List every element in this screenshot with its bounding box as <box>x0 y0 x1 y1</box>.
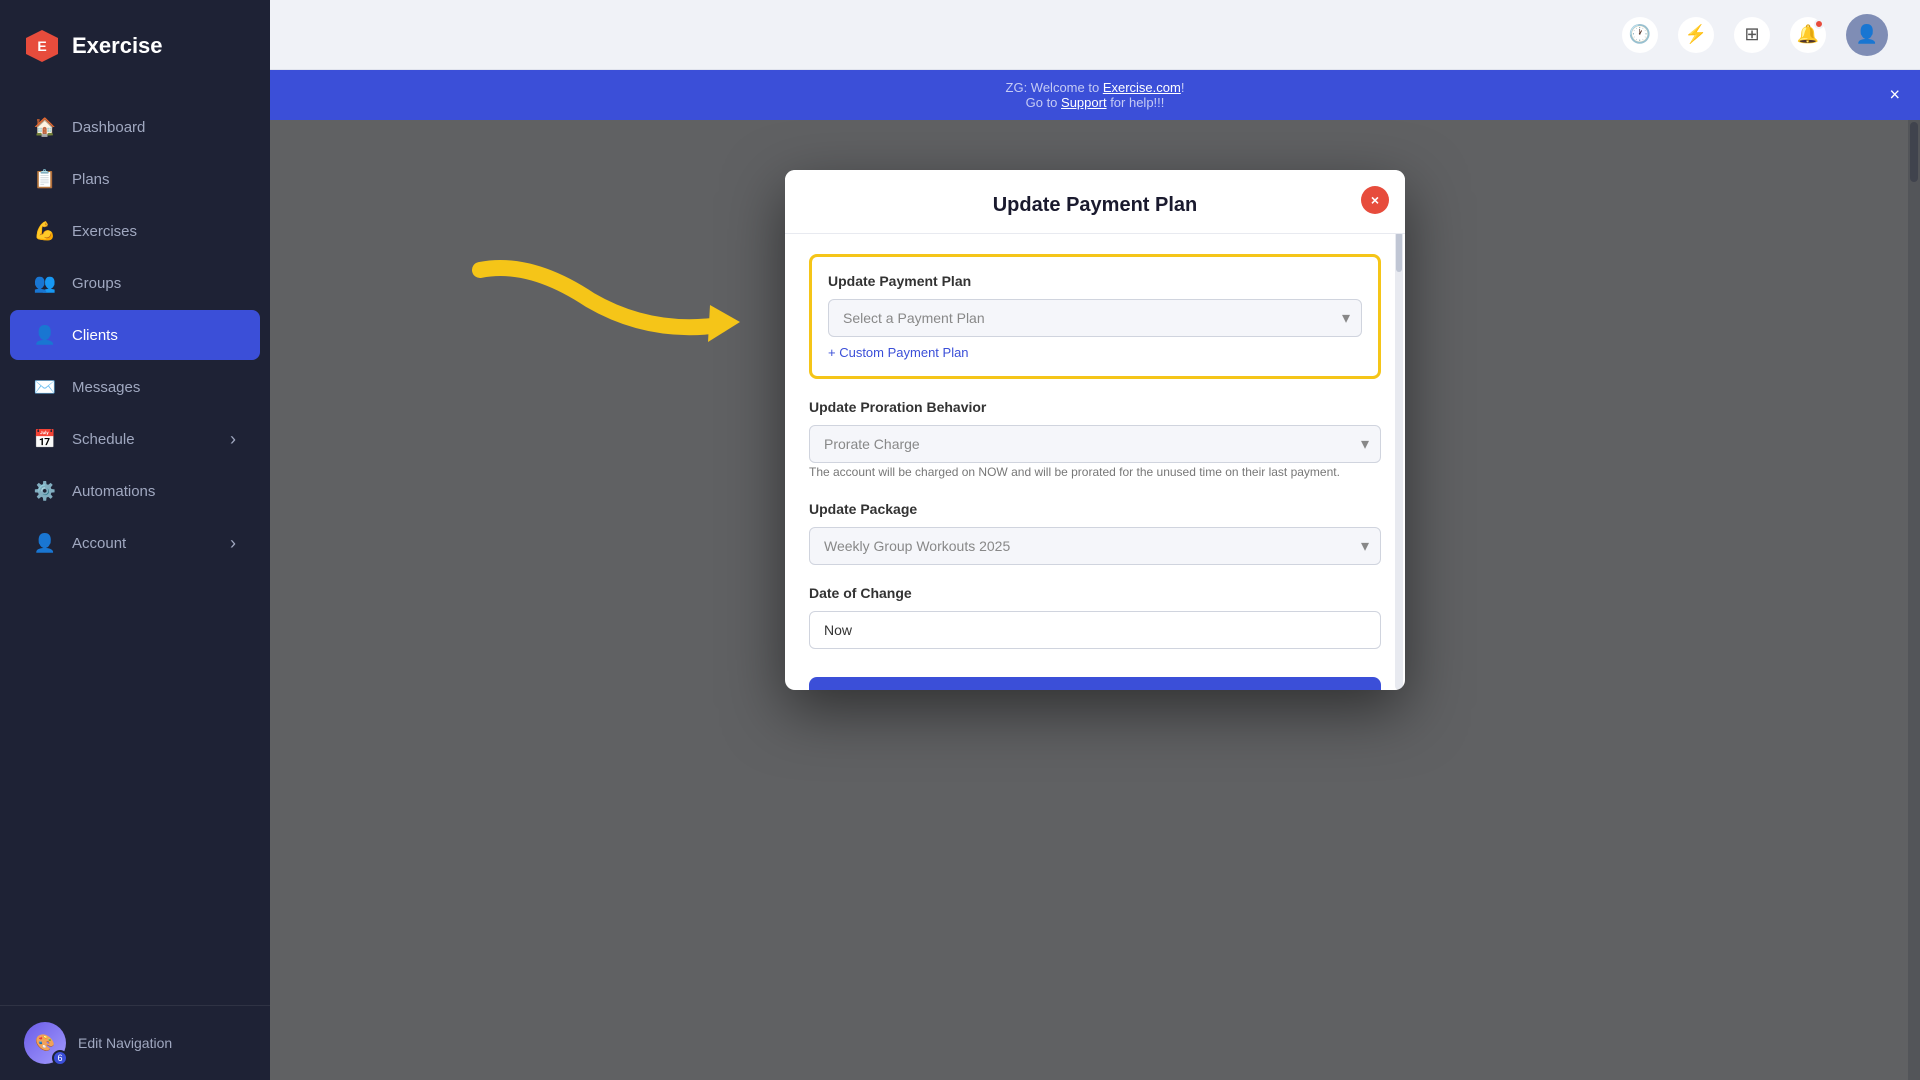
banner-line2-suffix: for help!!! <box>1107 95 1165 110</box>
sidebar-item-automations[interactable]: ⚙️ Automations <box>10 466 260 516</box>
info-banner: ZG: Welcome to Exercise.com! Go to Suppo… <box>270 70 1920 120</box>
update-payment-plan-modal: Update Payment Plan × Update Payment Pla… <box>785 170 1405 690</box>
sidebar-item-label: Groups <box>72 275 121 292</box>
modal-title: Update Payment Plan <box>993 194 1198 216</box>
modal-scrollbar[interactable] <box>1395 230 1403 690</box>
banner-close-button[interactable]: × <box>1889 85 1900 106</box>
update-payment-plan-button[interactable]: Update Payment Plan <box>809 677 1381 690</box>
package-select-wrapper: Weekly Group Workouts 2025 <box>809 527 1381 565</box>
messages-icon: ✉️ <box>34 376 56 398</box>
custom-plan-link-text: + Custom Payment Plan <box>828 345 969 360</box>
dashboard-icon: 🏠 <box>34 116 56 138</box>
sidebar-bottom: 🎨 6 Edit Navigation <box>0 1005 270 1080</box>
sidebar-navigation: 🏠 Dashboard 📋 Plans 💪 Exercises 👥 Groups… <box>0 92 270 1005</box>
exercises-icon: 💪 <box>34 220 56 242</box>
clock-icon[interactable]: 🕐 <box>1622 17 1658 53</box>
banner-line2: Go to Support for help!!! <box>302 95 1888 110</box>
plans-icon: 📋 <box>34 168 56 190</box>
proration-section: Update Proration Behavior Prorate Charge… <box>809 399 1381 481</box>
date-section: Date of Change <box>809 585 1381 649</box>
payment-plan-select[interactable]: Select a Payment Plan <box>828 299 1362 337</box>
modal-overlay[interactable]: Update Payment Plan × Update Payment Pla… <box>270 120 1920 1080</box>
package-section: Update Package Weekly Group Workouts 202… <box>809 501 1381 565</box>
date-section-label: Date of Change <box>809 585 1381 601</box>
sidebar-item-exercises[interactable]: 💪 Exercises <box>10 206 260 256</box>
proration-select-wrapper: Prorate Charge <box>809 425 1381 463</box>
sidebar-item-label: Plans <box>72 171 110 188</box>
grid-icon[interactable]: ⊞ <box>1734 17 1770 53</box>
groups-icon: 👥 <box>34 272 56 294</box>
sidebar-item-schedule[interactable]: 📅 Schedule <box>10 414 260 464</box>
schedule-icon: 📅 <box>34 428 56 450</box>
banner-line2-prefix: Go to <box>1026 95 1061 110</box>
avatar[interactable]: 🎨 6 <box>24 1022 66 1064</box>
notification-dot <box>1814 19 1824 29</box>
banner-suffix: ! <box>1181 80 1185 95</box>
edit-navigation-label[interactable]: Edit Navigation <box>78 1035 172 1051</box>
payment-plan-section: Update Payment Plan Select a Payment Pla… <box>809 254 1381 379</box>
main-content: 🕐 ⚡ ⊞ 🔔 👤 ZG: Welcome to Exercise.com! G… <box>270 0 1920 1080</box>
banner-link[interactable]: Exercise.com <box>1103 80 1181 95</box>
sidebar-item-label: Exercises <box>72 223 137 240</box>
proration-section-label: Update Proration Behavior <box>809 399 1381 415</box>
clients-icon: 👤 <box>34 324 56 346</box>
notification-badge: 6 <box>52 1050 68 1066</box>
proration-description: The account will be charged on NOW and w… <box>809 463 1381 481</box>
sidebar-item-messages[interactable]: ✉️ Messages <box>10 362 260 412</box>
modal-header: Update Payment Plan × <box>785 170 1405 234</box>
arrow-annotation <box>450 250 790 375</box>
sidebar-item-dashboard[interactable]: 🏠 Dashboard <box>10 102 260 152</box>
bolt-icon[interactable]: ⚡ <box>1678 17 1714 53</box>
sidebar-item-label: Schedule <box>72 431 135 448</box>
payment-plan-section-label: Update Payment Plan <box>828 273 1362 289</box>
date-of-change-input[interactable] <box>809 611 1381 649</box>
sidebar-item-groups[interactable]: 👥 Groups <box>10 258 260 308</box>
custom-plan-link[interactable]: + Custom Payment Plan <box>828 345 1362 360</box>
sidebar: E Exercise 🏠 Dashboard 📋 Plans 💪 Exercis… <box>0 0 270 1080</box>
topbar: 🕐 ⚡ ⊞ 🔔 👤 <box>270 0 1920 70</box>
modal-scrollbar-thumb <box>1396 232 1402 272</box>
modal-body: Update Payment Plan Select a Payment Pla… <box>785 234 1405 690</box>
bell-icon[interactable]: 🔔 <box>1790 17 1826 53</box>
svg-text:E: E <box>37 38 46 54</box>
package-select[interactable]: Weekly Group Workouts 2025 <box>809 527 1381 565</box>
user-avatar[interactable]: 👤 <box>1846 14 1888 56</box>
sidebar-item-label: Account <box>72 535 126 552</box>
banner-line1: ZG: Welcome to Exercise.com! <box>302 80 1888 95</box>
package-section-label: Update Package <box>809 501 1381 517</box>
sidebar-item-plans[interactable]: 📋 Plans <box>10 154 260 204</box>
app-name: Exercise <box>72 33 163 59</box>
account-icon: 👤 <box>34 532 56 554</box>
sidebar-item-account[interactable]: 👤 Account <box>10 518 260 568</box>
exercise-logo-icon: E <box>24 28 60 64</box>
sidebar-logo: E Exercise <box>0 0 270 92</box>
page-content: Update Payment Plan × Update Payment Pla… <box>270 120 1920 1080</box>
close-icon: × <box>1371 192 1379 208</box>
sidebar-item-clients[interactable]: 👤 Clients <box>10 310 260 360</box>
sidebar-item-label: Dashboard <box>72 119 145 136</box>
banner-support-link[interactable]: Support <box>1061 95 1107 110</box>
automations-icon: ⚙️ <box>34 480 56 502</box>
sidebar-item-label: Messages <box>72 379 140 396</box>
proration-select[interactable]: Prorate Charge <box>809 425 1381 463</box>
banner-prefix: ZG: Welcome to <box>1006 80 1103 95</box>
sidebar-item-label: Automations <box>72 483 155 500</box>
payment-plan-select-wrapper: Select a Payment Plan <box>828 299 1362 337</box>
sidebar-item-label: Clients <box>72 327 118 344</box>
modal-close-button[interactable]: × <box>1361 186 1389 214</box>
